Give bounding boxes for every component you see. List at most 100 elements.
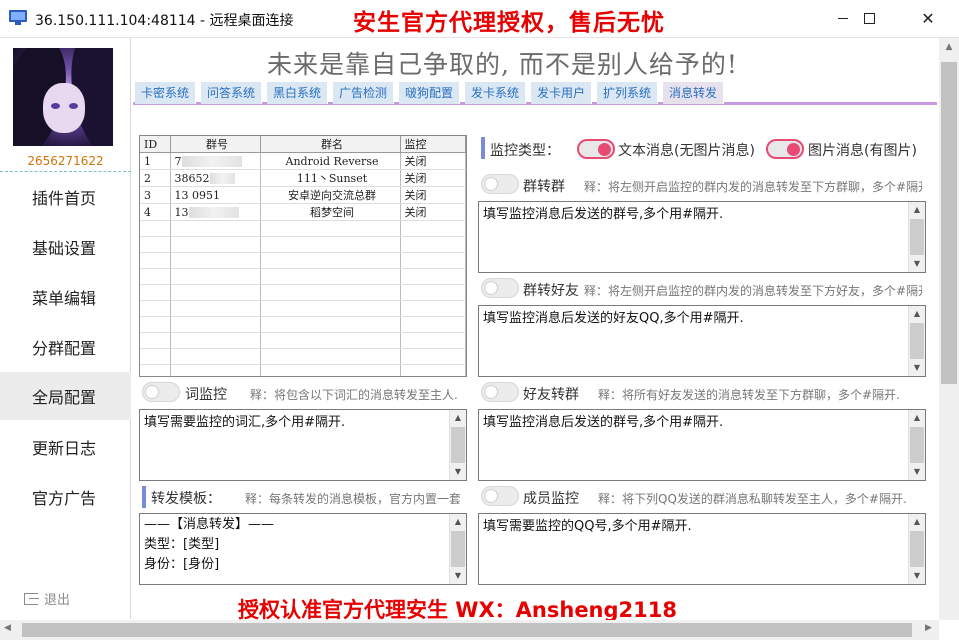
- column-header-group-name[interactable]: 群名: [260, 136, 401, 153]
- text-message-toggle[interactable]: [577, 139, 615, 159]
- close-button[interactable]: ✕: [905, 0, 951, 36]
- group-to-group-note: 释：将左侧开启监控的群内发的消息转发至下方群聊，多个#隔开.: [584, 180, 922, 194]
- table-row[interactable]: 3 13 0951 安卓逆向交流总群 关闭: [140, 186, 466, 204]
- scroll-thumb[interactable]: [941, 62, 957, 384]
- sidebar-item-global-config[interactable]: 全局配置: [0, 372, 131, 420]
- close-icon: ✕: [921, 8, 935, 28]
- qq-number: 2656271622: [27, 154, 104, 168]
- redacted-mask: [188, 207, 239, 218]
- template-label: 转发模板：: [151, 491, 221, 507]
- template-note: 释：每条转发的消息模板，官方内置一套.: [245, 492, 460, 506]
- scrollbar[interactable]: ▲ ▼: [908, 514, 925, 584]
- word-monitor-input[interactable]: 填写需要监控的词汇,多个用#隔开. ▲ ▼: [139, 409, 467, 481]
- scroll-thumb[interactable]: [22, 623, 912, 637]
- avatar: [13, 48, 113, 146]
- logout-icon: [24, 592, 39, 605]
- tab-ad-detection[interactable]: 广告检测: [333, 82, 395, 104]
- sidebar-item-basic-settings[interactable]: 基础设置: [0, 223, 131, 271]
- sidebar-item-menu-edit[interactable]: 菜单编辑: [0, 273, 131, 321]
- group-to-group-input[interactable]: 填写监控消息后发送的群号,多个用#隔开. ▲ ▼: [478, 201, 926, 273]
- group-to-friend-input[interactable]: 填写监控消息后发送的好友QQ,多个用#隔开. ▲ ▼: [478, 305, 926, 377]
- word-monitor-note: 释：将包含以下词汇的消息转发至主人.: [250, 388, 458, 402]
- image-message-toggle[interactable]: [766, 139, 804, 159]
- column-header-monitor[interactable]: 监控: [400, 136, 466, 153]
- scroll-left-icon[interactable]: ◀: [4, 623, 11, 633]
- scrollbar[interactable]: ▲ ▼: [908, 306, 925, 376]
- group-to-group-toggle[interactable]: [481, 174, 519, 194]
- scrollbar[interactable]: ▲ ▼: [908, 202, 925, 272]
- tab-card-issue-system[interactable]: 发卡系统: [465, 82, 527, 104]
- word-monitor-toggle[interactable]: [142, 382, 180, 402]
- tab-message-forward[interactable]: 消息转发: [663, 82, 725, 104]
- divider: [0, 171, 131, 172]
- cell-id: 2: [140, 169, 171, 187]
- image-message-label: 图片消息(有图片): [808, 143, 917, 159]
- member-monitor-note: 释：将下列QQ发送的群消息私聊转发至主人，多个#隔开.: [598, 492, 907, 506]
- logout-button[interactable]: 退出: [24, 589, 70, 608]
- template-text: ——【消息转发】—— 类型：[类型] 身份：[身份]: [144, 517, 275, 572]
- cell-id: 3: [140, 186, 171, 204]
- motto-text: 未来是靠自己争取的, 而不是别人给予的!: [267, 50, 738, 79]
- section-marker: [142, 486, 146, 508]
- member-monitor-input[interactable]: 填写需要监控的QQ号,多个用#隔开. ▲ ▼: [478, 513, 926, 585]
- window-vertical-scrollbar[interactable]: ▲: [939, 38, 959, 620]
- cell-id: 4: [140, 203, 171, 221]
- group-to-group-label: 群转群: [523, 179, 565, 195]
- table-row[interactable]: 4 13 稻梦空间 关闭: [140, 203, 466, 221]
- cell-group-name: 稻梦空间: [260, 203, 401, 221]
- friend-to-group-note: 释：将所有好友发送的消息转发至下方群聊，多个#隔开.: [598, 388, 900, 402]
- scrollbar[interactable]: ▲ ▼: [449, 410, 466, 480]
- friend-to-group-input[interactable]: 填写监控消息后发送的群号,多个用#隔开. ▲ ▼: [478, 409, 926, 481]
- word-monitor-text: 填写需要监控的词汇,多个用#隔开.: [144, 415, 346, 430]
- sidebar-item-changelog[interactable]: 更新日志: [0, 423, 131, 471]
- tab-card-system[interactable]: 卡密系统: [135, 82, 197, 104]
- group-to-friend-toggle[interactable]: [481, 278, 519, 298]
- cell-monitor: 关闭: [400, 186, 466, 204]
- monitor-type-label: 监控类型：: [490, 143, 560, 159]
- redacted-mask: [209, 173, 235, 184]
- tab-bogou-config[interactable]: 啵狗配置: [399, 82, 461, 104]
- scroll-up-icon[interactable]: ▲: [939, 42, 959, 52]
- cell-group-no: 13 0951: [170, 186, 261, 204]
- sidebar-item-official-ads[interactable]: 官方广告: [0, 473, 131, 521]
- group-to-friend-label: 群转好友: [523, 283, 579, 299]
- cell-monitor: 关闭: [400, 203, 466, 221]
- maximize-button[interactable]: [846, 0, 892, 36]
- friend-to-group-toggle[interactable]: [481, 382, 519, 402]
- friend-to-group-label: 好友转群: [523, 387, 579, 403]
- group-to-friend-text: 填写监控消息后发送的好友QQ,多个用#隔开.: [483, 311, 744, 326]
- table-row[interactable]: 2 38652 111丶Sunset 关闭: [140, 169, 466, 187]
- table-row[interactable]: 1 7 Android Reverse 关闭: [140, 152, 466, 170]
- tab-card-issue-users[interactable]: 发卡用户: [531, 82, 593, 104]
- template-input[interactable]: ——【消息转发】—— 类型：[类型] 身份：[身份] ▲ ▼: [139, 513, 467, 585]
- scroll-right-icon[interactable]: ▶: [925, 623, 932, 633]
- cell-group-no: 13: [170, 203, 261, 221]
- title-bar: 36.150.111.104:48114 - 远程桌面连接 安生官方代理授权，售…: [0, 0, 959, 38]
- tab-bar: 卡密系统 问答系统 黑白系统 广告检测 啵狗配置 发卡系统 发卡用户 扩列系统 …: [133, 81, 937, 105]
- scrollbar[interactable]: ▲ ▼: [449, 514, 466, 584]
- scrollbar[interactable]: ▲ ▼: [908, 410, 925, 480]
- section-marker: [481, 137, 485, 159]
- sidebar-item-home[interactable]: 插件首页: [0, 173, 131, 221]
- tab-qa-system[interactable]: 问答系统: [201, 82, 263, 104]
- column-header-id[interactable]: ID: [140, 136, 171, 153]
- text-message-label: 文本消息(无图片消息): [618, 143, 755, 159]
- cell-group-name: 111丶Sunset: [260, 169, 401, 187]
- window-horizontal-scrollbar[interactable]: ◀ ▶: [0, 620, 939, 640]
- cell-group-name: Android Reverse: [260, 152, 401, 170]
- tab-expand-system[interactable]: 扩列系统: [597, 82, 659, 104]
- title-banner: 安生官方代理授权，售后无忧: [353, 10, 665, 36]
- window-title: 36.150.111.104:48114 - 远程桌面连接: [35, 13, 294, 29]
- member-monitor-toggle[interactable]: [481, 486, 519, 506]
- logout-label: 退出: [44, 593, 71, 608]
- sidebar-item-group-config[interactable]: 分群配置: [0, 323, 131, 371]
- cell-group-name: 安卓逆向交流总群: [260, 186, 401, 204]
- column-header-group-no[interactable]: 群号: [170, 136, 261, 153]
- friend-to-group-text: 填写监控消息后发送的群号,多个用#隔开.: [483, 415, 724, 430]
- word-monitor-label: 词监控: [185, 387, 227, 403]
- member-monitor-label: 成员监控: [523, 491, 579, 507]
- group-table[interactable]: ID 群号 群名 监控 1 7 Android Reverse 关闭 2 386…: [139, 135, 467, 377]
- remote-desktop-window: 36.150.111.104:48114 - 远程桌面连接 安生官方代理授权，售…: [0, 0, 959, 640]
- tab-blackwhite-system[interactable]: 黑白系统: [267, 82, 329, 104]
- group-to-friend-note: 释：将左侧开启监控的群内发的消息转发至下方好友，多个#隔开.: [584, 284, 922, 298]
